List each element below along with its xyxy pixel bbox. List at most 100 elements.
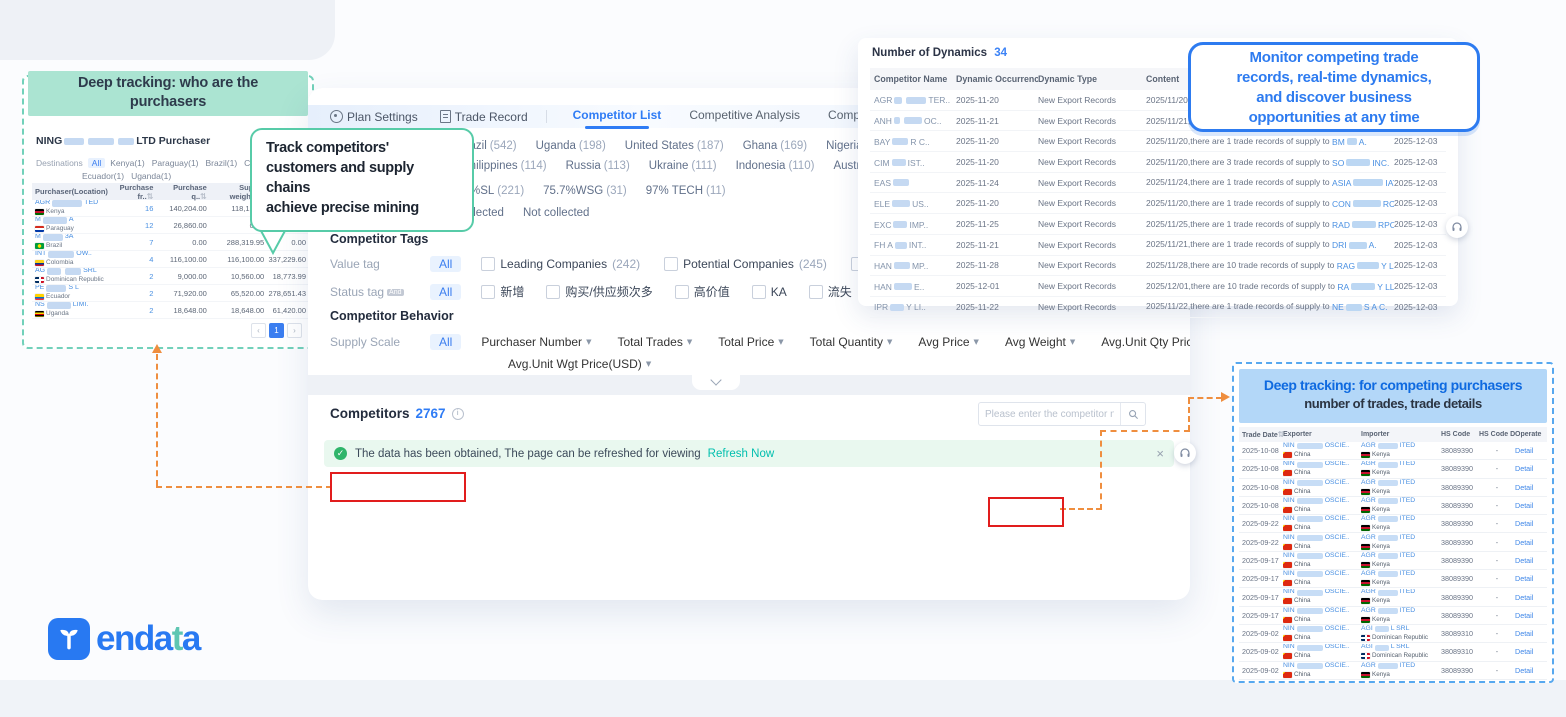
destination-item[interactable]: Kenya(1) xyxy=(110,158,145,168)
detail-link[interactable]: Detail xyxy=(1515,593,1545,602)
exporter-name[interactable]: NINOSCIE.. xyxy=(1283,570,1361,579)
importer-name[interactable]: AGRITED xyxy=(1361,607,1441,616)
collapse-filters-button[interactable] xyxy=(692,375,740,390)
table-row[interactable]: 2025-10-08NINOSCIE..ChinaAGRITEDKenya380… xyxy=(1239,479,1547,497)
table-row[interactable]: 2025-09-17NINOSCIE..ChinaAGRITEDKenya380… xyxy=(1239,607,1547,625)
table-row[interactable]: CIMIST..2025-11-20New Export Records2025… xyxy=(870,152,1446,173)
checkbox[interactable] xyxy=(809,285,823,299)
dropdown-avg-unit-wgt-price-usd-[interactable]: Avg.Unit Wgt Price(USD)▼ xyxy=(508,357,651,371)
dropdown-total-price[interactable]: Total Price▼ xyxy=(718,335,783,349)
exporter-name[interactable]: NINOSCIE.. xyxy=(1283,662,1361,671)
exporter-name[interactable]: NINOSCIE.. xyxy=(1283,461,1361,470)
detail-link[interactable]: Detail xyxy=(1515,538,1545,547)
table-row[interactable]: 2025-09-17NINOSCIE..ChinaAGRITEDKenya380… xyxy=(1239,552,1547,570)
filter-item[interactable]: Ukraine(111) xyxy=(649,160,717,172)
filter-item[interactable]: Indonesia(110) xyxy=(736,160,815,172)
detail-link[interactable]: Detail xyxy=(1515,629,1545,638)
value-tag-all-chip[interactable]: All xyxy=(430,256,461,272)
detail-link[interactable]: Detail xyxy=(1515,574,1545,583)
exporter-name[interactable]: NINOSCIE.. xyxy=(1283,515,1361,524)
detail-link[interactable]: Detail xyxy=(1515,483,1545,492)
destination-item[interactable]: Paraguay(1) xyxy=(152,158,199,168)
filter-item[interactable]: %SL(221) xyxy=(470,185,524,197)
checkbox[interactable] xyxy=(675,285,689,299)
tag-option[interactable]: 购买/供应频次多 xyxy=(546,283,652,300)
importer-name[interactable]: AGRITED xyxy=(1361,461,1441,470)
detail-link[interactable]: Detail xyxy=(1515,666,1545,675)
exporter-name[interactable]: NINOSCIE.. xyxy=(1283,589,1361,598)
destination-item[interactable]: Brazil(1) xyxy=(206,158,238,168)
detail-link[interactable]: Detail xyxy=(1515,501,1545,510)
detail-link[interactable]: Detail xyxy=(1515,464,1545,473)
checkbox[interactable] xyxy=(481,285,495,299)
importer-name[interactable]: AGRITED xyxy=(1361,515,1441,524)
filter-item[interactable]: Not collected xyxy=(523,207,589,219)
table-row[interactable]: 2025-09-02NINOSCIE..ChinaAGRITEDKenya380… xyxy=(1239,662,1547,680)
dropdown-total-trades[interactable]: Total Trades▼ xyxy=(617,335,692,349)
page-1-button[interactable]: 1 xyxy=(269,323,284,338)
table-row[interactable]: HANMP..2025-11-28New Export Records2025/… xyxy=(870,256,1446,277)
purchaser-name[interactable]: M3A xyxy=(35,234,111,243)
tag-option[interactable]: Potential Companies(245) xyxy=(664,257,827,271)
tab-competitive-analysis[interactable]: Competitive Analysis xyxy=(689,108,800,125)
search-input[interactable] xyxy=(979,409,1120,420)
supply-scale-all-chip[interactable]: All xyxy=(430,334,461,350)
table-row[interactable]: 2025-09-02NINOSCIE..ChinaAGIL SRLDominic… xyxy=(1239,643,1547,661)
filter-item[interactable]: Russia(113) xyxy=(566,160,630,172)
table-row[interactable]: 2025-10-08NINOSCIE..ChinaAGRITEDKenya380… xyxy=(1239,460,1547,478)
dropdown-purchaser-number[interactable]: Purchaser Number▼ xyxy=(481,335,591,349)
exporter-name[interactable]: NINOSCIE.. xyxy=(1283,497,1361,506)
exporter-name[interactable]: NINOSCIE.. xyxy=(1283,479,1361,488)
table-row[interactable]: 2025-09-02NINOSCIE..ChinaAGIL SRLDominic… xyxy=(1239,625,1547,643)
table-row[interactable]: PES LEcuador271,920.0065,520.00278,651.4… xyxy=(32,285,308,302)
exporter-name[interactable]: NINOSCIE.. xyxy=(1283,607,1361,616)
tag-option[interactable]: 流失 xyxy=(809,283,852,300)
table-row[interactable]: 2025-09-17NINOSCIE..ChinaAGRITEDKenya380… xyxy=(1239,588,1547,606)
table-row[interactable]: NSLIMI.Uganda218,648.0018,648.0061,420.0… xyxy=(32,302,308,319)
filter-item[interactable]: 97% TECH(11) xyxy=(646,185,726,197)
importer-name[interactable]: AGRITED xyxy=(1361,479,1441,488)
detail-link[interactable]: Detail xyxy=(1515,611,1545,620)
tag-option[interactable]: 新增 xyxy=(481,283,524,300)
importer-name[interactable]: AGRITED xyxy=(1361,442,1441,451)
importer-name[interactable]: AGRITED xyxy=(1361,662,1441,671)
sort-icon[interactable]: ⇅ xyxy=(147,192,154,201)
importer-name[interactable]: AGRITED xyxy=(1361,570,1441,579)
customer-service-button[interactable] xyxy=(1174,442,1196,464)
dropdown-avg-price[interactable]: Avg Price▼ xyxy=(918,335,979,349)
importer-name[interactable]: AGRITED xyxy=(1361,589,1441,598)
filter-item[interactable]: United States(187) xyxy=(625,140,724,152)
exporter-name[interactable]: NINOSCIE.. xyxy=(1283,625,1361,634)
filter-item[interactable]: Uganda(198) xyxy=(536,140,606,152)
purchaser-name[interactable]: INTOW.. xyxy=(35,251,111,260)
importer-name[interactable]: AGRITED xyxy=(1361,497,1441,506)
table-row[interactable]: AGSRLDominican Republic29,000.0010,560.0… xyxy=(32,268,308,285)
customer-service-button-2[interactable] xyxy=(1446,216,1468,238)
purchaser-name[interactable]: AGRTED xyxy=(35,200,111,209)
importer-name[interactable]: AGRITED xyxy=(1361,552,1441,561)
exporter-name[interactable]: NINOSCIE.. xyxy=(1283,534,1361,543)
tab-competitor-list[interactable]: Competitor List xyxy=(573,108,662,125)
tag-option[interactable]: Leading Companies(242) xyxy=(481,257,640,271)
exporter-name[interactable]: NINOSCIE.. xyxy=(1283,552,1361,561)
table-row[interactable]: 2025-10-08NINOSCIE..ChinaAGRITEDKenya380… xyxy=(1239,497,1547,515)
checkbox[interactable] xyxy=(664,257,678,271)
table-row[interactable]: ELEUS..2025-11-20New Export Records2025/… xyxy=(870,193,1446,214)
checkbox[interactable] xyxy=(546,285,560,299)
status-tag-all-chip[interactable]: All xyxy=(430,284,461,300)
detail-link[interactable]: Detail xyxy=(1515,556,1545,565)
table-row[interactable]: 2025-09-22NINOSCIE..ChinaAGRITEDKenya380… xyxy=(1239,533,1547,551)
exporter-name[interactable]: NINOSCIE.. xyxy=(1283,644,1361,653)
filter-item[interactable]: 75.7%WSG(31) xyxy=(543,185,627,197)
refresh-now-link[interactable]: Refresh Now xyxy=(708,448,774,460)
prev-page-button[interactable]: ‹ xyxy=(251,323,266,338)
detail-link[interactable]: Detail xyxy=(1515,647,1545,656)
purchaser-name[interactable]: MA xyxy=(35,217,111,226)
destination-item[interactable]: Ecuador(1) xyxy=(82,171,124,181)
exporter-name[interactable]: NINOSCIE.. xyxy=(1283,442,1361,451)
importer-name[interactable]: AGRITED xyxy=(1361,534,1441,543)
dropdown-avg-unit-qty-price-usd-[interactable]: Avg.Unit Qty Price(USD)▼ xyxy=(1101,335,1190,349)
dropdown-total-quantity[interactable]: Total Quantity▼ xyxy=(810,335,893,349)
table-row[interactable]: BAYR C..2025-11-20New Export Records2025… xyxy=(870,131,1446,152)
detail-link[interactable]: Detail xyxy=(1515,446,1545,455)
